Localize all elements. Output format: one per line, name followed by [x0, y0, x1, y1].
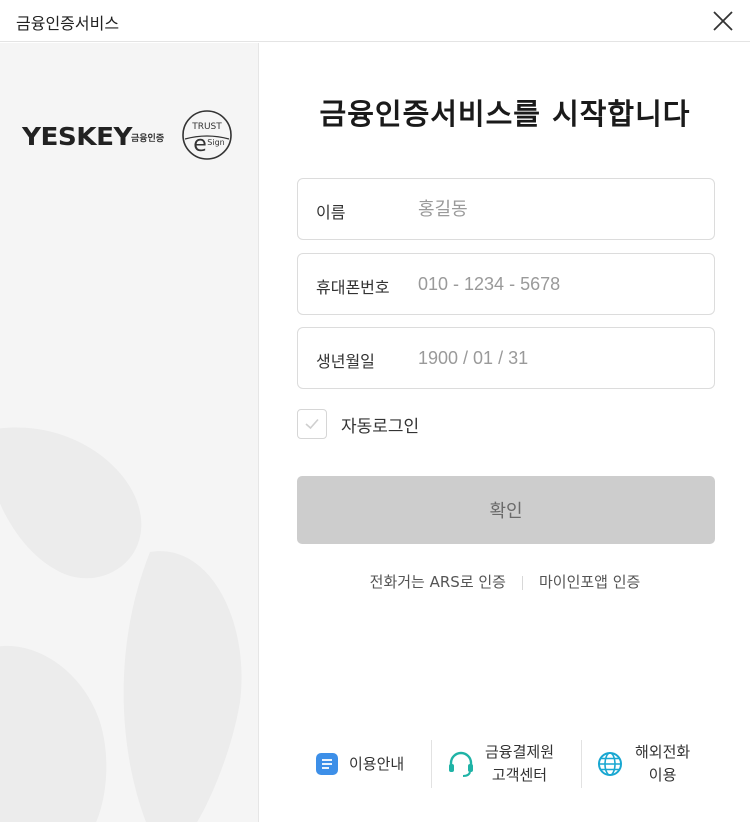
- confirm-button[interactable]: 확인: [297, 476, 715, 544]
- logo-brand: YESKEY: [22, 122, 133, 151]
- phone-label: 휴대폰번호: [316, 278, 390, 297]
- auto-login-toggle[interactable]: 자동로그인: [297, 409, 419, 439]
- logo-sub: 금융인증: [131, 134, 165, 144]
- alternative-auth-links: 전화거는 ARS로 인증 마이인포앱 인증: [260, 571, 750, 592]
- title-bar: 금융인증서비스: [0, 0, 750, 42]
- birth-label: 생년월일: [316, 352, 375, 371]
- footer-divider: [581, 740, 582, 788]
- check-icon: [305, 418, 319, 430]
- phone-field: 휴대폰번호: [297, 253, 715, 315]
- link-divider: [521, 575, 523, 590]
- name-field: 이름: [297, 178, 715, 240]
- footer-menu: 이용안내 금융결제원 고객센터 해외전화 이용: [307, 738, 707, 790]
- phone-input[interactable]: [418, 266, 698, 302]
- customer-center-line1: 금융결제원: [485, 743, 555, 761]
- overseas-call-label: 해외전화 이용: [635, 741, 690, 787]
- window-title: 금융인증서비스: [16, 14, 120, 33]
- auto-login-label: 자동로그인: [341, 416, 420, 437]
- page-heading: 금융인증서비스를 시작합니다: [319, 97, 691, 131]
- customer-center-button[interactable]: 금융결제원 고객센터: [447, 738, 554, 790]
- customer-center-line2: 고객센터: [491, 766, 548, 784]
- decorative-leaf-shape: [0, 427, 242, 822]
- overseas-call-line2: 이용: [648, 766, 677, 784]
- overseas-call-button[interactable]: 해외전화 이용: [597, 738, 690, 790]
- customer-center-label: 금융결제원 고객센터: [485, 741, 554, 787]
- name-label: 이름: [316, 203, 346, 222]
- headset-icon: [449, 751, 473, 777]
- overseas-call-line1: 해외전화: [635, 743, 691, 761]
- usage-guide-label: 이용안내: [349, 754, 405, 773]
- name-input[interactable]: [418, 191, 698, 227]
- close-icon[interactable]: [710, 8, 736, 34]
- ars-auth-link[interactable]: 전화거는 ARS로 인증: [370, 573, 506, 591]
- trust-esign-seal-icon: TRUST e Sign: [182, 110, 232, 160]
- document-icon: [316, 753, 338, 775]
- auto-login-checkbox[interactable]: [297, 409, 327, 439]
- main-panel: 금융인증서비스를 시작합니다 이름 휴대폰번호 생년월일 자동로그인 확인 전화…: [260, 43, 750, 822]
- globe-icon: [598, 752, 622, 776]
- footer-divider: [431, 740, 432, 788]
- birth-field: 생년월일: [297, 327, 715, 389]
- left-panel: YESKEY 금융인증 TRUST e Sign: [0, 43, 259, 822]
- seal-side-text: Sign: [207, 138, 224, 147]
- birth-input[interactable]: [418, 340, 698, 376]
- seal-mark-text: e: [193, 132, 207, 157]
- usage-guide-button[interactable]: 이용안내: [315, 738, 404, 790]
- seal-top-text: TRUST: [191, 122, 222, 132]
- myinfo-app-auth-link[interactable]: 마이인포앱 인증: [539, 573, 640, 591]
